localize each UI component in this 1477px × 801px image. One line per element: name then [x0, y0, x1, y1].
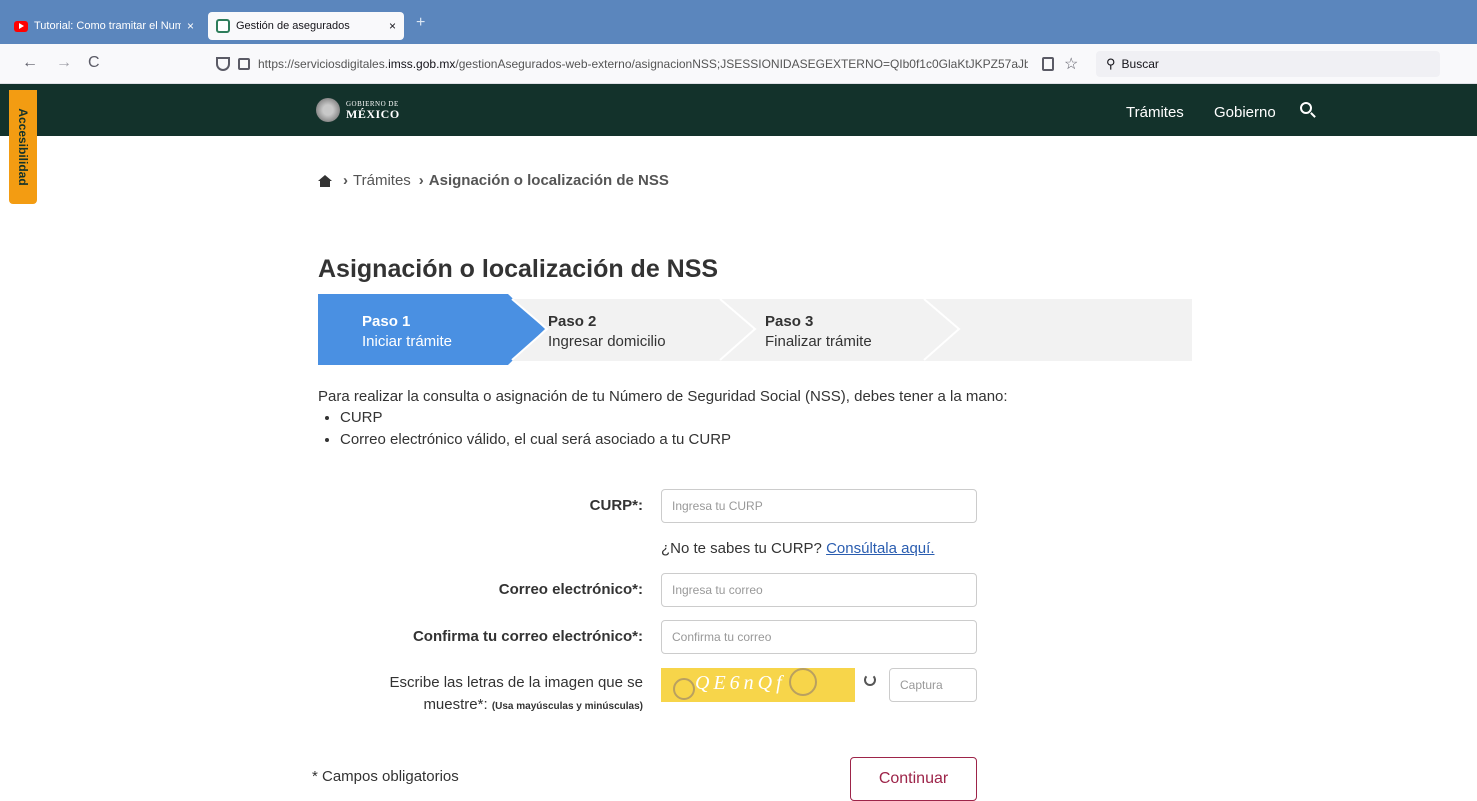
captcha-input[interactable] [889, 668, 977, 702]
page-title: Asignación o localización de NSS [318, 255, 719, 283]
list-item: Correo electrónico válido, el cual será … [340, 429, 1008, 451]
nav-gobierno[interactable]: Gobierno [1214, 104, 1276, 121]
confirm-email-label: Confirma tu correo electrónico*: [412, 628, 643, 645]
tab-gestion-asegurados[interactable]: Gestión de asegurados × [208, 12, 404, 40]
lock-icon[interactable] [238, 58, 250, 70]
site-header: GOBIERNO DE MÉXICO Trámites Gobierno [0, 84, 1477, 136]
home-icon[interactable] [318, 174, 332, 187]
step-3: Paso 3 Finalizar trámite [765, 312, 872, 352]
tab-title: Gestión de asegurados [236, 20, 350, 32]
step-divider [719, 298, 757, 361]
continue-button[interactable]: Continuar [850, 757, 977, 801]
breadcrumb: › Trámites › Asignación o localización d… [318, 172, 669, 189]
accessibility-tab[interactable]: Accesibilidad [9, 90, 37, 204]
reload-button[interactable]: C [88, 54, 100, 72]
close-tab-icon[interactable]: × [187, 19, 194, 33]
forward-button[interactable]: → [56, 54, 72, 72]
step-label: Finalizar trámite [765, 333, 872, 350]
search-icon[interactable] [1300, 102, 1312, 114]
curp-label: CURP*: [589, 497, 643, 514]
refresh-icon[interactable] [864, 674, 876, 686]
email-input[interactable] [661, 573, 977, 607]
breadcrumb-current: Asignación o localización de NSS [428, 172, 669, 189]
gobierno-logo[interactable]: GOBIERNO DE MÉXICO [316, 98, 400, 122]
requirements-list: CURP Correo electrónico válido, el cual … [340, 407, 1008, 451]
captcha-text: QE6nQf [695, 672, 786, 694]
close-tab-icon[interactable]: × [389, 19, 396, 33]
intro-text: Para realizar la consulta o asignación d… [318, 388, 1008, 405]
url-text[interactable]: https://serviciosdigitales.imss.gob.mx/g… [258, 57, 1028, 71]
captcha-note: (Usa mayúsculas y minúsculas) [491, 701, 643, 712]
step-1: Paso 1 Iniciar trámite [362, 312, 452, 352]
breadcrumb-tramites[interactable]: Trámites [353, 172, 411, 189]
breadcrumb-separator: › [343, 172, 348, 189]
logo-big-text: MÉXICO [346, 106, 400, 121]
hint-text: ¿No te sabes tu CURP? [661, 540, 822, 557]
step-label: Ingresar domicilio [548, 333, 666, 350]
youtube-icon [14, 20, 28, 32]
imss-icon [216, 19, 230, 33]
new-tab-button[interactable]: + [416, 14, 425, 32]
tab-tutorial[interactable]: Tutorial: Como tramitar el Num × [6, 12, 202, 40]
search-placeholder: Buscar [1121, 57, 1159, 71]
breadcrumb-separator: › [418, 172, 424, 189]
back-button[interactable]: ← [22, 54, 38, 72]
browser-nav-bar: ← → C https://serviciosdigitales.imss.go… [0, 44, 1477, 84]
step-progress: Paso 1 Iniciar trámite Paso 2 Ingresar d… [318, 294, 1192, 365]
intro-section: Para realizar la consulta o asignación d… [318, 388, 1008, 451]
required-note: * Campos obligatorios [312, 768, 459, 785]
step-number: Paso 1 [362, 313, 411, 330]
shield-icon[interactable] [216, 57, 230, 71]
email-label: Correo electrónico*: [498, 581, 643, 598]
curp-input[interactable] [661, 489, 977, 523]
browser-search-box[interactable]: ⚲ Buscar [1096, 51, 1440, 77]
search-icon: ⚲ [1106, 56, 1116, 71]
browser-tab-bar: Tutorial: Como tramitar el Num × Gestión… [0, 0, 1477, 44]
seal-icon [316, 98, 340, 122]
confirm-email-input[interactable] [661, 620, 977, 654]
step-2: Paso 2 Ingresar domicilio [548, 312, 666, 352]
consult-curp-link[interactable]: Consúltala aquí. [826, 540, 934, 557]
accessibility-label: Accesibilidad [16, 108, 30, 186]
step-number: Paso 3 [765, 313, 814, 330]
step-number: Paso 2 [548, 313, 597, 330]
step-divider [923, 298, 961, 361]
captcha-image: QE6nQf [661, 668, 855, 702]
captcha-label: Escribe las letras de la imagen que se m… [389, 674, 643, 713]
nav-tramites[interactable]: Trámites [1126, 104, 1184, 121]
list-item: CURP [340, 407, 1008, 429]
bookmark-star-icon[interactable]: ☆ [1064, 54, 1078, 74]
reader-view-icon[interactable] [1042, 57, 1054, 71]
step-label: Iniciar trámite [362, 333, 453, 350]
curp-hint: ¿No te sabes tu CURP? Consúltala aquí. [661, 540, 934, 557]
tab-title: Tutorial: Como tramitar el Num [34, 20, 181, 32]
url-bar[interactable]: https://serviciosdigitales.imss.gob.mx/g… [210, 50, 1090, 78]
